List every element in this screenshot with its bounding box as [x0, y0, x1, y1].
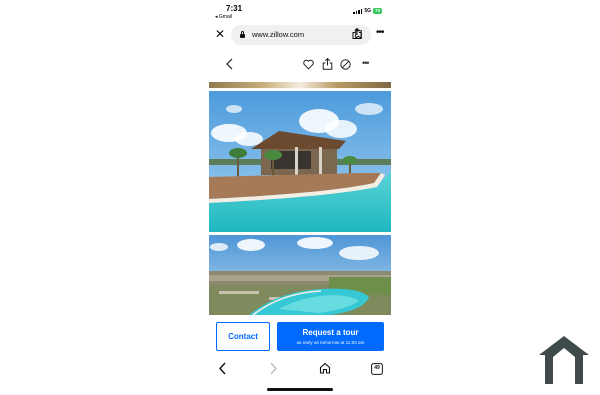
hide-listing-icon[interactable]: [340, 59, 351, 70]
share-icon[interactable]: [352, 28, 362, 39]
browser-back-icon[interactable]: [218, 362, 227, 375]
status-indicators: 5G 73: [353, 8, 382, 14]
listing-photo-pavilion[interactable]: [209, 91, 391, 232]
listing-toolbar: •••: [209, 56, 391, 74]
back-chevron-icon[interactable]: [225, 58, 235, 70]
close-icon[interactable]: ✕: [214, 27, 226, 41]
share-listing-icon[interactable]: [322, 58, 333, 70]
more-options-icon[interactable]: •••: [376, 27, 384, 39]
house-logo-watermark: [539, 336, 589, 384]
home-icon[interactable]: [319, 362, 331, 374]
signal-icon: [353, 8, 363, 14]
heart-icon[interactable]: [303, 59, 314, 70]
lock-icon: [240, 31, 245, 38]
photo-edge-strip: [209, 82, 391, 88]
network-label: 5G: [364, 8, 371, 14]
back-to-app-link[interactable]: ◂ Gmail: [215, 14, 232, 20]
phone-screen: 7:31 ◂ Gmail 5G 73 ✕ www.zillow.com ••• …: [209, 0, 391, 395]
request-tour-label: Request a tour: [302, 328, 359, 337]
more-listing-icon[interactable]: •••: [362, 57, 370, 69]
listing-photo-lagoon-aerial[interactable]: [209, 235, 391, 315]
url-text: www.zillow.com: [252, 30, 305, 39]
browser-forward-icon[interactable]: [269, 362, 278, 375]
tabs-count: 49: [374, 365, 380, 371]
status-time: 7:31: [226, 4, 243, 13]
browser-address-row: ✕ www.zillow.com •••: [209, 24, 391, 46]
address-bar[interactable]: www.zillow.com: [231, 25, 371, 45]
contact-button[interactable]: Contact: [216, 322, 270, 351]
request-tour-subtext: as early as tomorrow at 11:00 am: [296, 340, 365, 345]
tabs-button[interactable]: 49: [371, 362, 383, 375]
battery-icon: 73: [372, 8, 382, 14]
request-tour-button[interactable]: Request a tour as early as tomorrow at 1…: [277, 322, 384, 351]
home-indicator: [267, 388, 333, 391]
